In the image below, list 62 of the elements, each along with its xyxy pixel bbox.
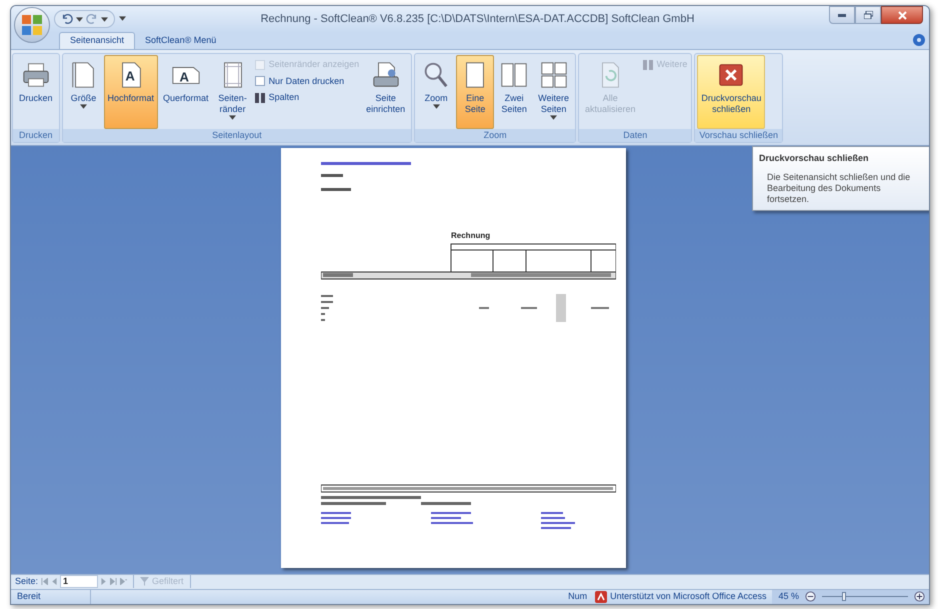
redo-icon xyxy=(86,13,98,25)
filter-icon xyxy=(140,577,150,586)
close-button[interactable] xyxy=(881,6,923,24)
undo-icon xyxy=(61,13,73,25)
caret-icon xyxy=(76,16,83,22)
document-heading: Rechnung xyxy=(451,231,490,241)
group-label: Seitenlayout xyxy=(62,129,412,142)
minimize-button[interactable] xyxy=(829,6,855,24)
ribbon-tab[interactable]: Seitenansicht xyxy=(59,32,136,49)
caret-icon xyxy=(550,115,558,120)
ribbon-button[interactable]: A Querformat xyxy=(159,55,213,129)
num-lock-indicator: Num xyxy=(568,590,588,603)
window-title: Rechnung - SoftClean® V6.8.235 [C:\D\DATS\Intern\ESA-DAT.ACCDB] SoftClean GmbH xyxy=(260,12,696,27)
slider-thumb[interactable] xyxy=(842,592,846,602)
minimize-icon xyxy=(838,14,846,16)
caret-icon xyxy=(101,16,108,22)
ribbon-button[interactable]: Eine Seite xyxy=(456,55,494,129)
checkbox-option[interactable]: Nur Daten drucken xyxy=(254,74,360,88)
group-label: Daten xyxy=(579,129,692,142)
maximize-button[interactable] xyxy=(855,6,881,24)
next-page-icon xyxy=(101,578,108,586)
tooltip-title: Druckvorschau schließen xyxy=(759,152,870,165)
checkbox[interactable] xyxy=(254,76,265,86)
zoom-slider[interactable] xyxy=(822,592,908,602)
zoom-in-icon xyxy=(914,591,925,602)
group-label: Vorschau schließen xyxy=(695,129,782,142)
ribbon-button[interactable]: Zwei Seiten xyxy=(495,55,534,129)
page-label: Seite: xyxy=(15,575,38,588)
new-record-icon xyxy=(120,578,128,586)
restore-icon xyxy=(864,11,872,19)
page-number-field[interactable]: 1 xyxy=(60,575,98,588)
ribbon-button[interactable]: A Hochformat xyxy=(104,55,158,129)
powered-by-text: Unterstützt von Microsoft Office Access xyxy=(610,590,766,603)
ribbon-button[interactable]: Weitere Seiten xyxy=(534,55,574,129)
ribbon-button[interactable]: Druckvorschau schließen xyxy=(697,55,766,129)
ribbon-small-button[interactable]: Spalten xyxy=(254,91,360,104)
tooltip-text: Die Seitenansicht schließen und die Bearbeitung des Dokuments fortsetzen. xyxy=(766,172,912,204)
zoom-out-icon xyxy=(805,591,816,602)
last-page-icon xyxy=(110,578,118,586)
ribbon-button[interactable]: Zoom xyxy=(417,55,456,129)
office-logo-icon xyxy=(22,15,42,35)
caret-icon xyxy=(229,115,236,120)
caret-icon xyxy=(80,104,88,109)
ribbon-tab[interactable]: SoftClean® Menü xyxy=(135,32,226,49)
columns-icon xyxy=(254,92,265,103)
ribbon-button[interactable]: Seiten- ränder xyxy=(214,55,252,129)
group-label: Zoom xyxy=(415,129,576,142)
office-button[interactable] xyxy=(14,7,50,43)
caret-icon xyxy=(432,104,440,109)
ribbon-button[interactable]: Seite einrichten xyxy=(362,55,410,129)
caret-icon xyxy=(119,16,126,22)
previous-page-icon xyxy=(51,578,58,586)
group-label: Drucken xyxy=(13,129,59,142)
close-icon xyxy=(898,10,906,20)
four-pages-icon xyxy=(538,60,569,90)
status-text: Bereit xyxy=(11,590,91,604)
first-page-icon xyxy=(41,578,48,586)
ribbon-button[interactable]: Drucken xyxy=(15,55,57,129)
columns-icon xyxy=(642,60,653,70)
ribbon-button[interactable]: Größe xyxy=(64,55,103,129)
zoom-percentage: 45 % xyxy=(778,590,799,603)
access-logo-icon xyxy=(595,590,608,603)
